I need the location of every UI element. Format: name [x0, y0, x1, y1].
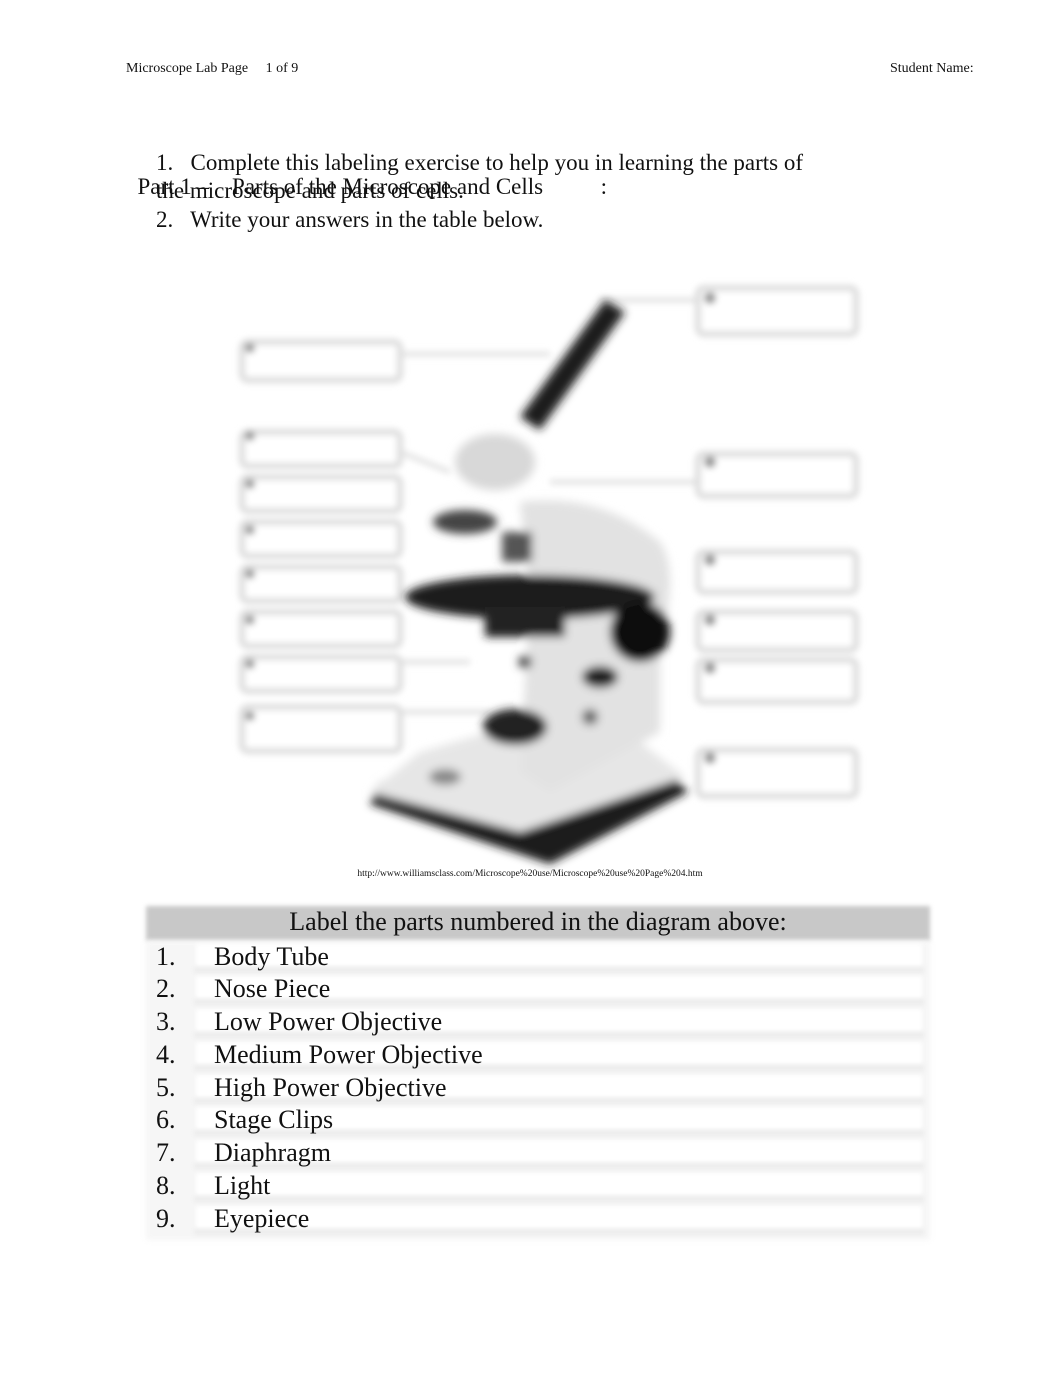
label-boxes-left [239, 339, 403, 754]
label-boxes-right [695, 285, 859, 799]
instruction-1: 1. Complete this labeling exercise to he… [156, 150, 804, 175]
instruction-2: 2. Write your answers in the table below… [156, 207, 544, 232]
row-number: 5. [156, 1073, 176, 1102]
table-row: 8. Light [146, 1169, 930, 1202]
document-title: Microscope Lab Page [126, 61, 249, 76]
student-name-label: Student Name: [890, 61, 974, 76]
row-answer: Body Tube [214, 942, 329, 971]
row-answer: Diaphragm [214, 1138, 331, 1167]
table-row: 1. Body Tube [146, 940, 930, 973]
table-row: 7. Diaphragm [146, 1136, 930, 1169]
row-answer: Stage Clips [214, 1105, 334, 1134]
row-number: 1. [156, 942, 176, 971]
table-row: 2. Nose Piece [146, 972, 930, 1005]
row-number: 8. [156, 1171, 176, 1200]
instruction-1-cont: the microscope and parts of cells. [156, 178, 464, 203]
row-number: 9. [156, 1204, 176, 1233]
row-number: 6. [156, 1105, 176, 1134]
row-number: 2. [156, 974, 176, 1003]
page-number: 1 of 9 [265, 61, 299, 76]
table-row: 4. Medium Power Objective [146, 1038, 930, 1071]
row-answer: High Power Objective [214, 1073, 447, 1102]
row-number: 7. [156, 1138, 176, 1167]
table-row: 5. High Power Objective [146, 1071, 930, 1104]
row-answer: Low Power Objective [214, 1007, 443, 1036]
table-header: Label the parts numbered in the diagram … [289, 907, 787, 936]
row-number: 4. [156, 1040, 176, 1069]
microscope-diagram [220, 272, 880, 872]
row-answer: Nose Piece [214, 974, 331, 1003]
table-row: 3. Low Power Objective [146, 1005, 930, 1038]
caption-text: http://www.williamsclass.com/Microscope%… [357, 869, 703, 879]
row-answer: Eyepiece [214, 1204, 310, 1233]
row-answer: Medium Power Objective [214, 1040, 483, 1069]
page-header-left: Microscope Lab Page 1 of 9 [126, 61, 298, 77]
image-source-caption: http://www.williamsclass.com/Microscope%… [0, 869, 1062, 879]
answer-table: Label the parts numbered in the diagram … [146, 906, 930, 1240]
table-row: 9. Eyepiece [146, 1202, 930, 1235]
cell-bg [196, 1173, 922, 1196]
table-row: 6. Stage Clips [146, 1103, 930, 1136]
microscope-illustration [239, 285, 859, 864]
row-answer: Light [214, 1171, 271, 1200]
row-number: 3. [156, 1007, 176, 1036]
